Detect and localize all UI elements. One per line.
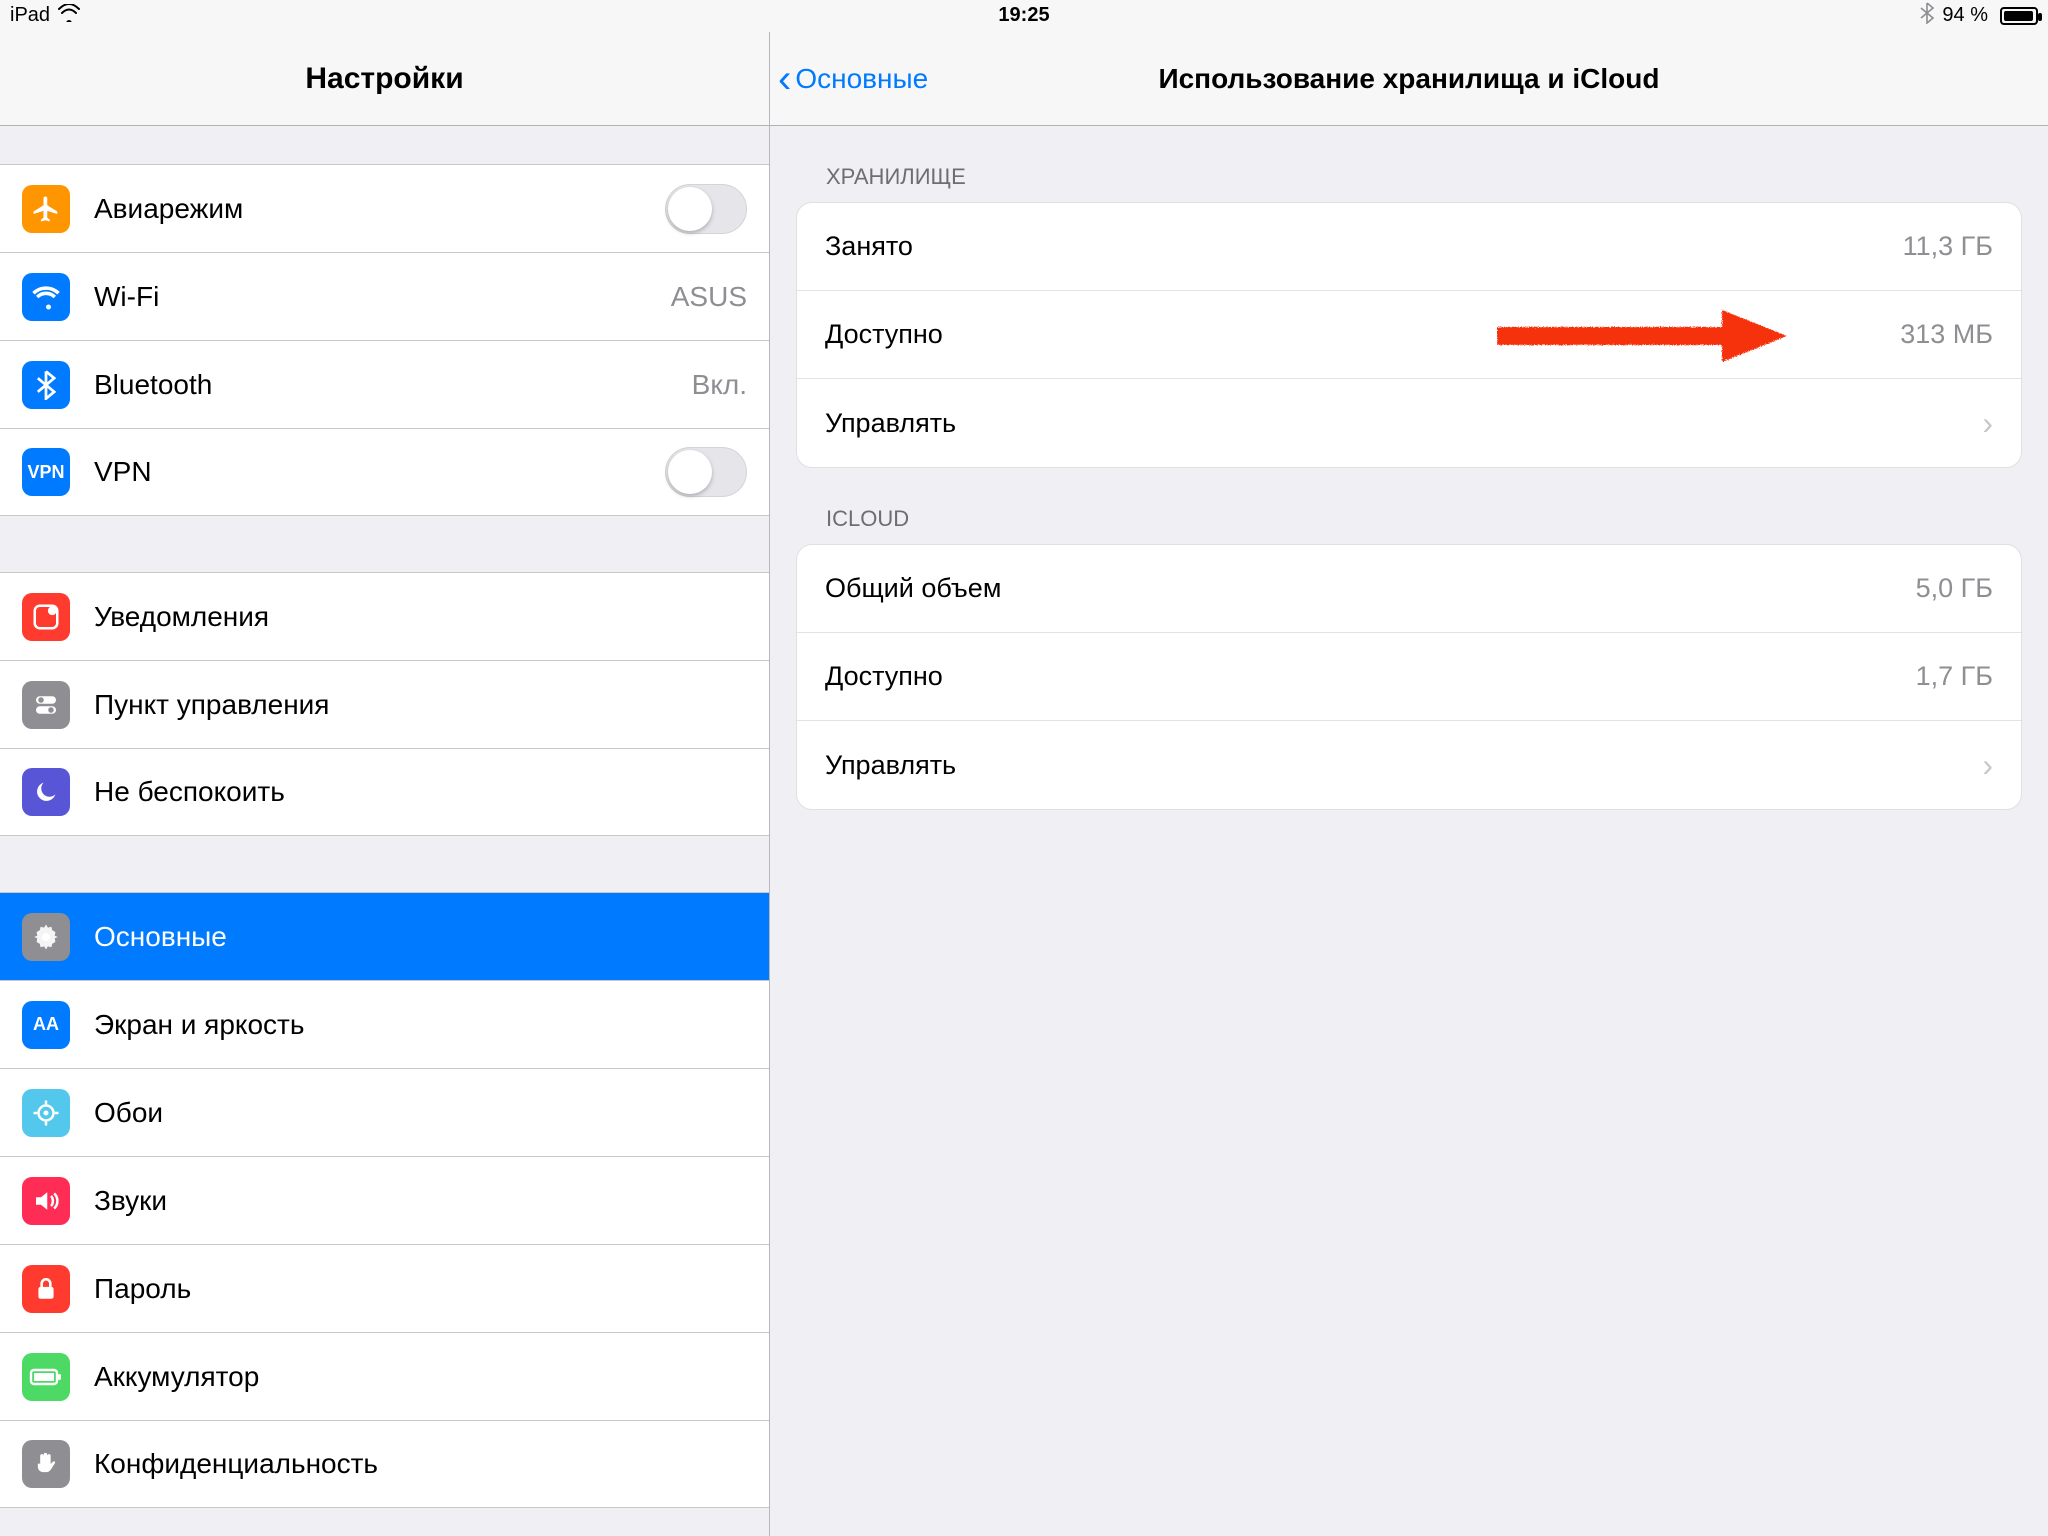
bluetooth-icon [22,361,70,409]
row-label: Управлять [825,750,1970,781]
row-label: Доступно [825,319,1900,350]
row-label: Не беспокоить [94,776,747,808]
row-value: ASUS [671,281,747,313]
battery-percent: 94 % [1942,4,1988,27]
chevron-right-icon: › [1982,405,1993,442]
bluetooth-icon [1920,2,1934,29]
row-label: Доступно [825,661,1916,692]
row-icloud-total: Общий объем 5,0 ГБ [797,545,2021,633]
sidebar-item-wallpaper[interactable]: Обои [0,1068,769,1156]
sidebar-item-battery[interactable]: Аккумулятор [0,1332,769,1420]
row-icloud-available: Доступно 1,7 ГБ [797,633,2021,721]
row-label: Уведомления [94,601,747,633]
display-icon: AA [22,1001,70,1049]
row-label: Пароль [94,1273,747,1305]
sidebar-item-dnd[interactable]: Не беспокоить [0,748,769,836]
wallpaper-icon [22,1089,70,1137]
sidebar-item-notifications[interactable]: Уведомления [0,572,769,660]
content-header: ‹ Основные Использование хранилища и iCl… [770,32,2048,126]
row-label: Wi-Fi [94,281,671,313]
chevron-left-icon: ‹ [778,59,791,99]
control-center-icon [22,681,70,729]
section-icloud: ICLOUD Общий объем 5,0 ГБ Доступно 1,7 Г… [796,496,2022,810]
content-scroll[interactable]: ХРАНИЛИЩЕ Занято 11,3 ГБ Доступно [770,126,2048,1536]
page-title: Использование хранилища и iCloud [1158,63,1659,95]
airplane-icon [22,185,70,233]
moon-icon [22,768,70,816]
back-label: Основные [795,63,928,95]
sidebar-item-vpn[interactable]: VPN VPN [0,428,769,516]
row-label: Основные [94,921,747,953]
sidebar-item-airplane[interactable]: Авиарежим [0,164,769,252]
sidebar-scroll[interactable]: Авиарежим Wi-Fi ASUS Blue [0,126,769,1536]
row-label: Авиарежим [94,193,665,225]
back-button[interactable]: ‹ Основные [778,32,928,125]
row-label: Управлять [825,408,1970,439]
content-pane: ‹ Основные Использование хранилища и iCl… [770,32,2048,1536]
sidebar-item-control-center[interactable]: Пункт управления [0,660,769,748]
row-value: 5,0 ГБ [1916,573,1993,604]
row-value: Вкл. [692,369,747,401]
sidebar-item-passcode[interactable]: Пароль [0,1244,769,1332]
sidebar-item-general[interactable]: Основные [0,892,769,980]
row-label: Конфиденциальность [94,1448,747,1480]
row-label: Занято [825,231,1903,262]
settings-sidebar: Настройки Авиарежим Wi-Fi [0,32,770,1536]
status-time: 19:25 [998,4,1049,27]
sidebar-item-sounds[interactable]: Звуки [0,1156,769,1244]
hand-icon [22,1440,70,1488]
sidebar-item-wifi[interactable]: Wi-Fi ASUS [0,252,769,340]
lock-icon [22,1265,70,1313]
row-storage-used: Занято 11,3 ГБ [797,203,2021,291]
sidebar-group-device: Основные AA Экран и яркость Обои [0,892,769,1508]
row-icloud-manage[interactable]: Управлять › [797,721,2021,809]
wifi-icon [22,273,70,321]
section-storage: ХРАНИЛИЩЕ Занято 11,3 ГБ Доступно [796,154,2022,468]
section-header: ХРАНИЛИЩЕ [796,154,2022,202]
sidebar-item-display[interactable]: AA Экран и яркость [0,980,769,1068]
sidebar-title: Настройки [0,32,769,126]
vpn-icon: VPN [22,448,70,496]
row-label: Аккумулятор [94,1361,747,1393]
status-left: iPad [10,4,80,27]
gear-icon [22,913,70,961]
battery-icon [22,1353,70,1401]
row-label: Звуки [94,1185,747,1217]
row-storage-available: Доступно 313 МБ [797,291,2021,379]
wifi-icon [58,4,80,27]
vpn-toggle[interactable] [665,447,747,497]
row-value: 1,7 ГБ [1916,661,1993,692]
section-header: ICLOUD [796,496,2022,544]
row-label: Bluetooth [94,369,692,401]
device-label: iPad [10,4,50,27]
battery-icon [2000,7,2038,25]
speaker-icon [22,1177,70,1225]
notifications-icon [22,593,70,641]
sidebar-item-bluetooth[interactable]: Bluetooth Вкл. [0,340,769,428]
row-label: Общий объем [825,573,1916,604]
status-right: 94 % [1920,2,2038,29]
airplane-toggle[interactable] [665,184,747,234]
row-value: 11,3 ГБ [1903,231,1993,262]
chevron-right-icon: › [1982,747,1993,784]
status-bar: iPad 19:25 94 % [0,0,2048,32]
row-value: 313 МБ [1900,319,1993,350]
sidebar-group-alerts: Уведомления Пункт управления Не беспокои… [0,572,769,836]
row-label: VPN [94,456,665,488]
row-label: Пункт управления [94,689,747,721]
sidebar-item-privacy[interactable]: Конфиденциальность [0,1420,769,1508]
row-label: Экран и яркость [94,1009,747,1041]
sidebar-group-connectivity: Авиарежим Wi-Fi ASUS Blue [0,164,769,516]
row-storage-manage[interactable]: Управлять › [797,379,2021,467]
row-label: Обои [94,1097,747,1129]
